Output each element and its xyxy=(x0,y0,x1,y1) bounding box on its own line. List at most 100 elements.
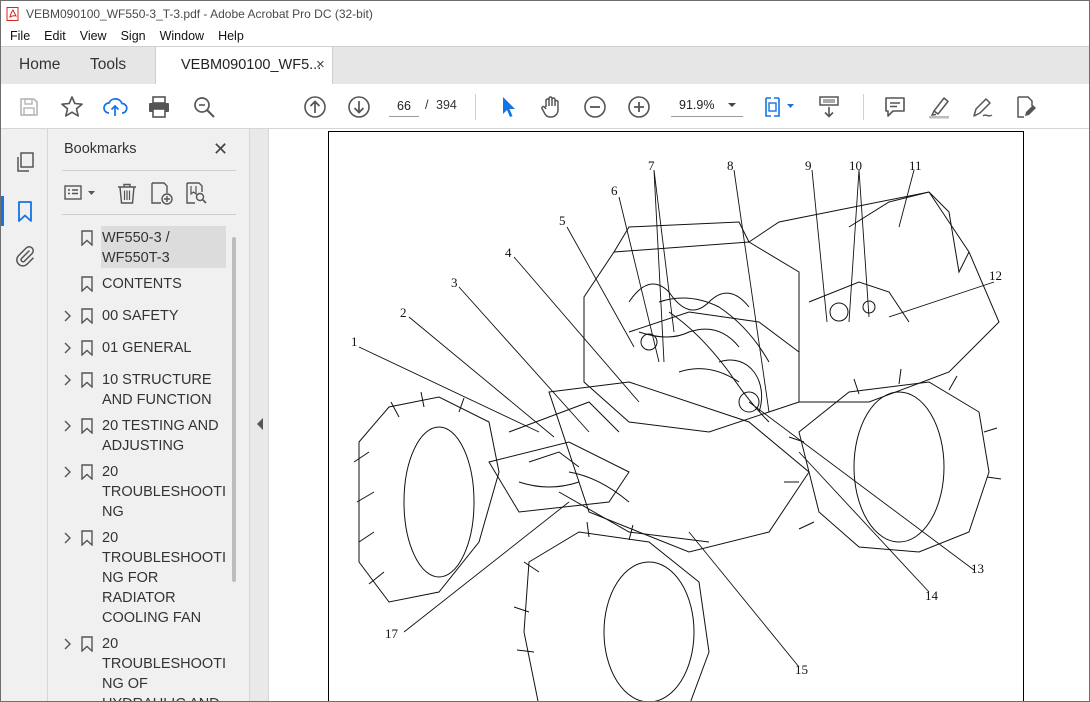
menu-edit[interactable]: Edit xyxy=(44,29,66,43)
chevron-right-icon[interactable] xyxy=(62,638,72,650)
bookmark-label: 10 STRUCTURE AND FUNCTION xyxy=(102,372,212,408)
menu-view[interactable]: View xyxy=(80,29,107,43)
zoom-out-icon[interactable] xyxy=(582,94,608,120)
callout-label: 10 xyxy=(849,158,862,173)
navigation-rail xyxy=(1,129,48,701)
upload-icon[interactable] xyxy=(102,94,128,120)
document-viewport[interactable]: 1 2 3 4 5 6 7 8 9 10 11 12 13 14 15 17 xyxy=(269,129,1089,701)
page-down-icon[interactable] xyxy=(346,94,372,120)
callout-label: 6 xyxy=(611,183,618,198)
close-icon[interactable]: ✕ xyxy=(213,139,228,160)
tab-tools[interactable]: Tools xyxy=(90,56,126,74)
active-panel-indicator xyxy=(1,196,4,226)
save-icon[interactable] xyxy=(16,94,42,120)
divider xyxy=(62,170,236,171)
bookmark-icon[interactable] xyxy=(13,199,37,223)
hand-icon[interactable] xyxy=(538,94,564,120)
select-arrow-icon[interactable] xyxy=(495,94,521,120)
callout-label: 7 xyxy=(648,158,655,173)
chevron-right-icon[interactable] xyxy=(62,310,72,322)
page-thumbnails-icon[interactable] xyxy=(13,150,37,174)
callout-label: 17 xyxy=(385,626,399,641)
page-number-input[interactable] xyxy=(389,95,419,117)
callout-label: 13 xyxy=(971,561,984,576)
tab-document[interactable]: VEBM090100_WF5... × xyxy=(155,47,333,85)
star-icon[interactable] xyxy=(59,94,85,120)
panel-splitter[interactable] xyxy=(249,129,269,701)
tab-home[interactable]: Home xyxy=(19,56,60,74)
acrobat-window: VEBM090100_WF550-3_T-3.pdf - Adobe Acrob… xyxy=(0,0,1090,702)
acrobat-app-icon xyxy=(6,7,19,21)
bookmark-icon xyxy=(81,276,93,292)
bookmark-icon xyxy=(81,530,93,546)
callout-label: 5 xyxy=(559,213,566,228)
total-pages: 394 xyxy=(436,98,457,112)
toolbar: / 394 91.9% xyxy=(1,84,1089,129)
chevron-right-icon[interactable] xyxy=(62,466,72,478)
options-menu-icon[interactable] xyxy=(63,181,99,205)
divider xyxy=(62,214,236,215)
bookmark-label: 20 TROUBLESHOOTI NG FOR RADIATOR COOLING… xyxy=(102,530,227,626)
callout-label: 9 xyxy=(805,158,812,173)
bookmark-label: 20 TROUBLESHOOTI NG OF HYDRAULIC AND xyxy=(102,636,227,701)
zoom-search-icon[interactable] xyxy=(191,94,217,120)
print-icon[interactable] xyxy=(146,94,172,120)
bookmark-label: 20 TROUBLESHOOTI NG xyxy=(102,464,227,520)
highlight-icon[interactable] xyxy=(926,94,952,120)
window-title: VEBM090100_WF550-3_T-3.pdf - Adobe Acrob… xyxy=(26,7,373,21)
scroll-mode-icon[interactable] xyxy=(816,94,842,120)
page-up-icon[interactable] xyxy=(302,94,328,120)
delete-icon[interactable] xyxy=(114,181,140,205)
callout-label: 1 xyxy=(351,334,358,349)
comment-icon[interactable] xyxy=(882,94,908,120)
page-separator: / xyxy=(425,98,429,112)
menu-window[interactable]: Window xyxy=(160,29,204,43)
find-bookmark-icon[interactable] xyxy=(183,181,209,205)
bookmark-icon xyxy=(81,636,93,652)
machine-line-drawing: 1 2 3 4 5 6 7 8 9 10 11 12 13 14 15 17 xyxy=(351,158,1002,701)
callout-label: 11 xyxy=(909,158,922,173)
bookmark-icon xyxy=(81,230,93,246)
tab-document-label: VEBM090100_WF5... xyxy=(181,57,322,73)
bookmark-icon xyxy=(81,308,93,324)
menu-sign[interactable]: Sign xyxy=(121,29,146,43)
zoom-value: 91.9% xyxy=(679,98,715,112)
pdf-page: 1 2 3 4 5 6 7 8 9 10 11 12 13 14 15 17 xyxy=(328,131,1024,701)
fit-page-icon[interactable] xyxy=(763,94,797,120)
chevron-right-icon[interactable] xyxy=(62,532,72,544)
sign-icon[interactable] xyxy=(969,94,995,120)
tab-bar: Home Tools VEBM090100_WF5... × xyxy=(1,46,1089,85)
title-bar: VEBM090100_WF550-3_T-3.pdf - Adobe Acrob… xyxy=(1,1,1089,27)
zoom-dropdown[interactable]: 91.9% xyxy=(671,95,743,117)
zoom-in-icon[interactable] xyxy=(626,94,652,120)
bookmark-label: 20 TESTING AND ADJUSTING xyxy=(102,418,219,454)
callout-label: 15 xyxy=(795,662,808,677)
menu-bar: File Edit View Sign Window Help xyxy=(1,25,1089,46)
callout-label: 14 xyxy=(925,588,939,603)
callout-label: 12 xyxy=(989,268,1002,283)
callout-label: 2 xyxy=(400,305,407,320)
bookmark-label: WF550-3 / WF550T-3 xyxy=(102,230,170,266)
bookmarks-scrollbar[interactable] xyxy=(232,237,236,582)
bookmark-icon xyxy=(81,340,93,356)
edit-pdf-icon[interactable] xyxy=(1012,94,1038,120)
bookmark-label: 01 GENERAL xyxy=(102,340,192,356)
bookmark-icon xyxy=(81,372,93,388)
toolbar-divider xyxy=(475,94,476,120)
chevron-right-icon[interactable] xyxy=(62,374,72,386)
chevron-right-icon[interactable] xyxy=(62,420,72,432)
bookmark-label: CONTENTS xyxy=(102,276,182,292)
callout-label: 8 xyxy=(727,158,734,173)
callout-label: 3 xyxy=(451,275,458,290)
bookmark-icon xyxy=(81,418,93,434)
chevron-down-icon xyxy=(728,103,736,107)
bookmark-icon xyxy=(81,464,93,480)
menu-file[interactable]: File xyxy=(10,29,30,43)
callout-label: 4 xyxy=(505,245,512,260)
new-bookmark-icon[interactable] xyxy=(148,181,174,205)
attachment-icon[interactable] xyxy=(13,244,37,268)
menu-help[interactable]: Help xyxy=(218,29,244,43)
tab-close-icon[interactable]: × xyxy=(316,56,325,73)
chevron-right-icon[interactable] xyxy=(62,342,72,354)
collapse-panel-icon[interactable] xyxy=(255,417,265,431)
